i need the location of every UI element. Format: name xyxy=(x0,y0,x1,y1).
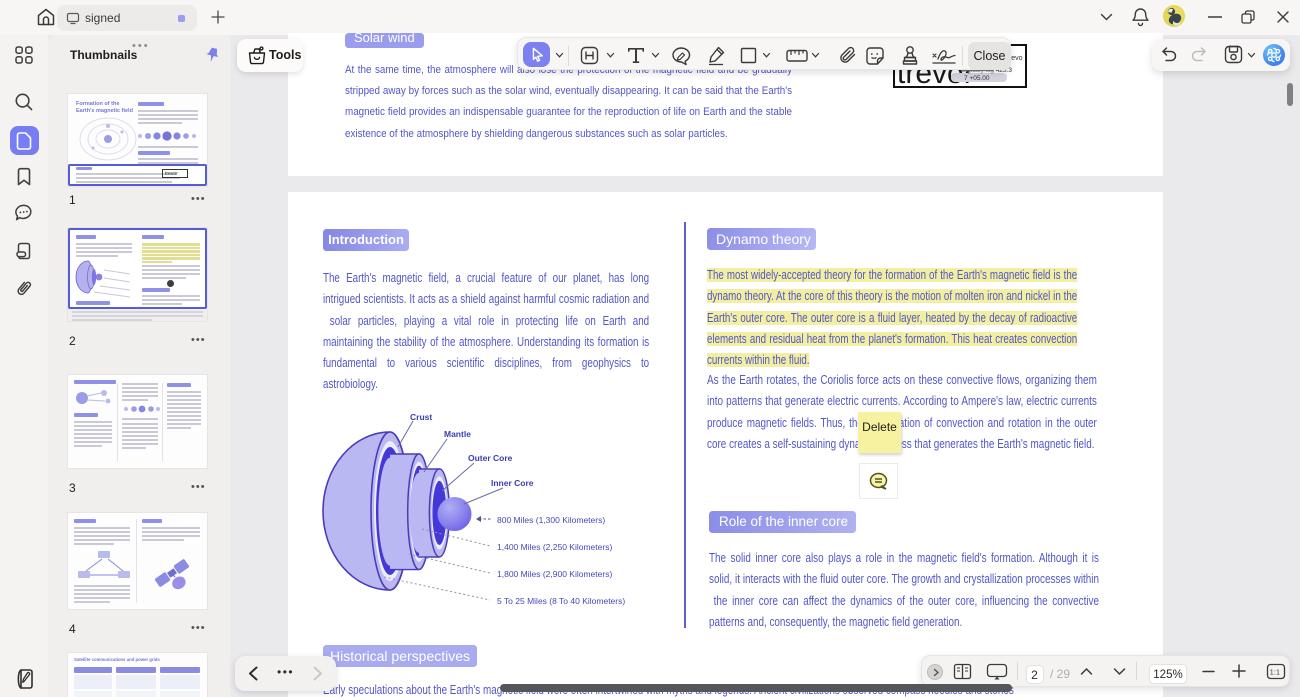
svg-text:Crust: Crust xyxy=(410,412,432,422)
svg-text:1:1: 1:1 xyxy=(1270,668,1280,677)
svg-text:1,800 Miles (2,900 Kilometers): 1,800 Miles (2,900 Kilometers) xyxy=(497,569,612,579)
svg-text:5 To 25 Miles (8 To 40 Kilomet: 5 To 25 Miles (8 To 40 Kilometers) xyxy=(497,596,625,606)
svg-text:800 Miles (1,300 Kilometers): 800 Miles (1,300 Kilometers) xyxy=(497,515,605,525)
svg-text:Inner Core: Inner Core xyxy=(491,478,534,488)
svg-text:Outer Core: Outer Core xyxy=(468,453,513,463)
svg-text:Mantle: Mantle xyxy=(444,429,471,439)
svg-text:1,400 Miles (2,250 Kilometers): 1,400 Miles (2,250 Kilometers) xyxy=(497,542,612,552)
